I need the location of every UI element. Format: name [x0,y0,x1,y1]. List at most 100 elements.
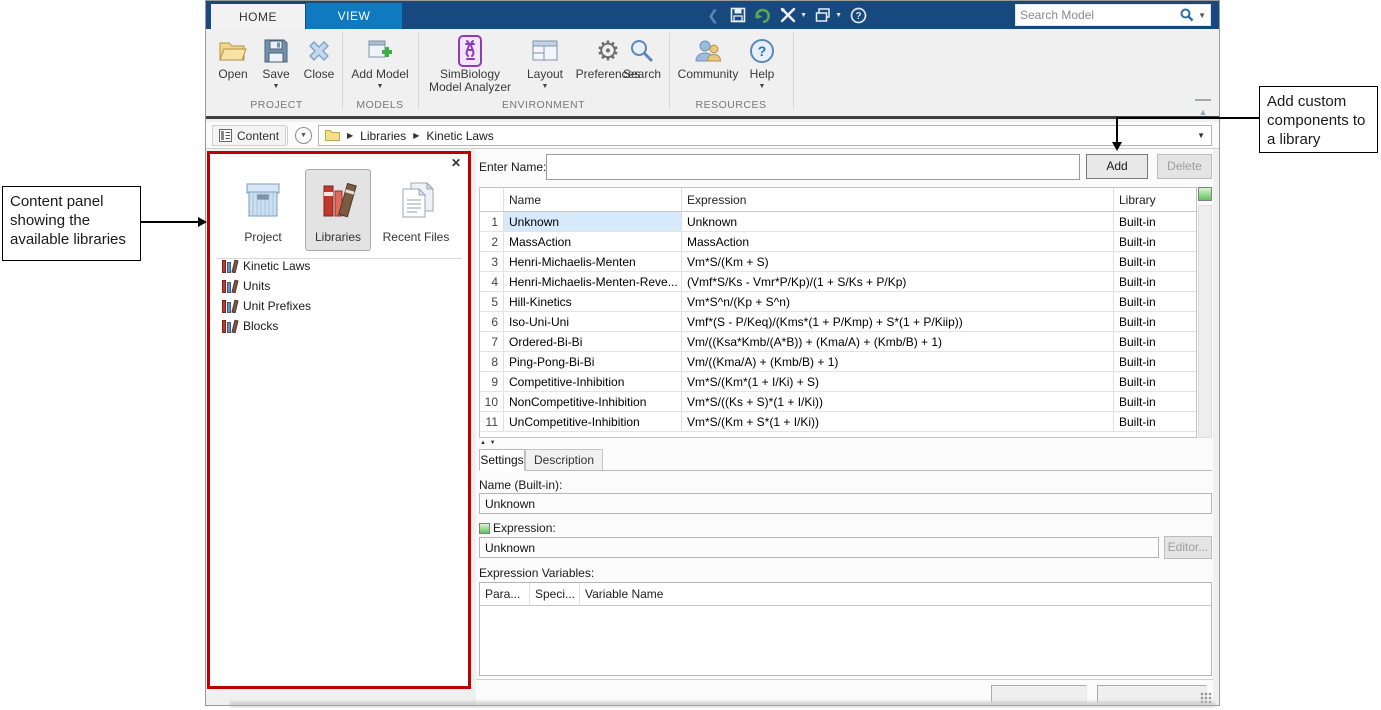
quick-access-toolbar: ❮ ▼ ▼ ? [704,4,867,26]
search-button[interactable]: Search [618,34,666,81]
tree-item-units[interactable]: Units [222,276,270,296]
undo-icon[interactable] [754,6,772,24]
close-x-icon [302,34,336,68]
add-model-button[interactable]: Add Model ▼ [346,34,414,90]
close-panel-icon[interactable]: ✕ [451,156,461,170]
expression-label: Expression: [493,521,556,535]
enter-name-label: Enter Name: [479,160,547,174]
simbiology-model-analyzer-button[interactable]: SimBiology Model Analyzer [422,34,518,94]
expression-column-header[interactable]: Expression [682,188,1114,211]
save-icon [259,34,293,68]
community-button[interactable]: Community [672,34,744,81]
table-scrollbar-gutter[interactable] [1198,205,1212,438]
nav-button-project[interactable]: Project [226,169,300,251]
community-people-icon [691,34,725,68]
group-label-environment: ENVIRONMENT [501,99,586,111]
tab-home[interactable]: HOME [210,3,306,29]
table-row[interactable]: 1 Unknown Unknown Built-in [480,212,1196,232]
breadcrumb-dropdown-caret[interactable]: ▼ [1197,131,1205,140]
simbiology-dna-icon [453,34,487,68]
tree-item-kinetic-laws[interactable]: Kinetic Laws [222,256,310,276]
group-label-project: PROJECT [250,99,303,111]
tools-dropdown-caret[interactable]: ▼ [800,12,807,19]
nav-button-libraries[interactable]: Libraries [305,169,371,251]
nav-button-recent-files[interactable]: Recent Files [373,169,459,251]
parameter-column-header[interactable]: Para... [480,583,530,605]
species-column-header[interactable]: Speci... [530,583,580,605]
expression-variables-label: Expression Variables: [479,566,595,580]
group-separator [669,33,670,109]
name-column-header[interactable]: Name [504,188,682,211]
library-column-header[interactable]: Library [1114,188,1192,211]
model-search-box: ▼ [1015,4,1211,26]
table-row[interactable]: 5 Hill-Kinetics Vm*S^n/(Kp + S^n) Built-… [480,292,1196,312]
folder-open-icon [216,34,250,68]
layout-button[interactable]: Layout ▼ [520,34,570,90]
screenshot-edge-artifact [230,701,1215,707]
breadcrumb-arrow-icon: ▶ [347,131,354,140]
table-row[interactable]: 6 Iso-Uni-Uni Vmf*(S - P/Keq)/(Kms*(1 + … [480,312,1196,332]
annotation-add-components: Add custom components to a library [1259,86,1378,153]
help-button[interactable]: ? Help ▼ [744,34,780,90]
search-options-caret[interactable]: ▼ [1198,11,1206,20]
expression-label-row: Expression: [479,521,556,535]
tab-view[interactable]: VIEW [306,3,402,29]
kinetic-laws-table: Name Expression Library 1 Unknown Unknow… [479,187,1197,438]
search-model-input[interactable] [1020,8,1181,22]
help-icon: ? [745,34,779,68]
windows-dropdown-caret[interactable]: ▼ [835,12,842,19]
layout-grid-icon [528,34,562,68]
tools-icon[interactable] [779,6,797,24]
table-row[interactable]: 11 UnCompetitive-Inhibition Vm*S/(Km + S… [480,412,1196,432]
tree-item-unit-prefixes[interactable]: Unit Prefixes [222,296,311,316]
quick-save-icon[interactable] [729,6,747,24]
books-icon [222,299,239,314]
breadcrumb-arrow-icon: ▶ [413,131,420,140]
svg-text:?: ? [855,11,861,22]
enter-name-input[interactable] [546,154,1080,180]
search-icon[interactable] [1180,8,1194,22]
books-icon [222,319,239,334]
annotation-arrowhead [1112,142,1122,151]
expression-green-icon [479,522,490,534]
help-dropdown-caret[interactable]: ▼ [759,83,766,90]
tab-description[interactable]: Description [525,449,603,471]
name-value-field[interactable]: Unknown [479,493,1212,514]
group-separator [418,33,419,109]
group-label-resources: RESOURCES [695,99,767,111]
content-toggle-button[interactable]: Content [212,125,287,146]
layout-dropdown-caret[interactable]: ▼ [542,83,549,90]
row-number-header [480,188,504,211]
group-separator [793,33,794,109]
svg-text:?: ? [758,43,767,59]
recent-locations-button[interactable]: ▼ [295,127,312,144]
open-button[interactable]: Open [212,34,254,81]
table-row[interactable]: 7 Ordered-Bi-Bi Vm/((Ksa*Kmb/(A*B)) + (K… [480,332,1196,352]
table-row[interactable]: 2 MassAction MassAction Built-in [480,232,1196,252]
table-row[interactable]: 10 NonCompetitive-Inhibition Vm*S/((Ks +… [480,392,1196,412]
expression-value-field[interactable]: Unknown [479,537,1159,558]
close-button[interactable]: Close [298,34,340,81]
save-dropdown-caret[interactable]: ▼ [273,83,280,90]
breadcrumb-item-libraries[interactable]: Libraries [360,129,406,143]
table-row[interactable]: 4 Henri-Michaelis-Menten-Reve... (Vmf*S/… [480,272,1196,292]
table-options-green-button[interactable] [1198,187,1212,201]
tree-item-blocks[interactable]: Blocks [222,316,278,336]
table-row[interactable]: 8 Ping-Pong-Bi-Bi Vm/((Kma/A) + (Kmb/B) … [480,352,1196,372]
annotation-content-panel: Content panel showing the available libr… [2,186,141,261]
breadcrumb-item-kinetic-laws[interactable]: Kinetic Laws [426,129,493,143]
add-button[interactable]: Add [1086,154,1148,179]
variable-name-column-header[interactable]: Variable Name [580,583,1211,605]
splitter-handle[interactable]: ▲ ▼ [480,440,497,446]
toolstrip-tab-bar: HOME VIEW ❮ ▼ ▼ ? ▼ [206,1,1219,29]
content-bar: Content ▼ ▶ Libraries ▶ Kinetic Laws ▼ [206,122,1219,149]
table-row[interactable]: 3 Henri-Michaelis-Menten Vm*S/(Km + S) B… [480,252,1196,272]
add-model-dropdown-caret[interactable]: ▼ [377,83,384,90]
divider [479,470,1212,471]
tab-settings[interactable]: Settings [479,449,525,471]
table-row[interactable]: 9 Competitive-Inhibition Vm*S/(Km*(1 + I… [480,372,1196,392]
windows-layout-icon[interactable] [814,6,832,24]
quick-help-icon[interactable]: ? [849,6,867,24]
save-button[interactable]: Save ▼ [254,34,298,90]
group-separator [342,33,343,109]
